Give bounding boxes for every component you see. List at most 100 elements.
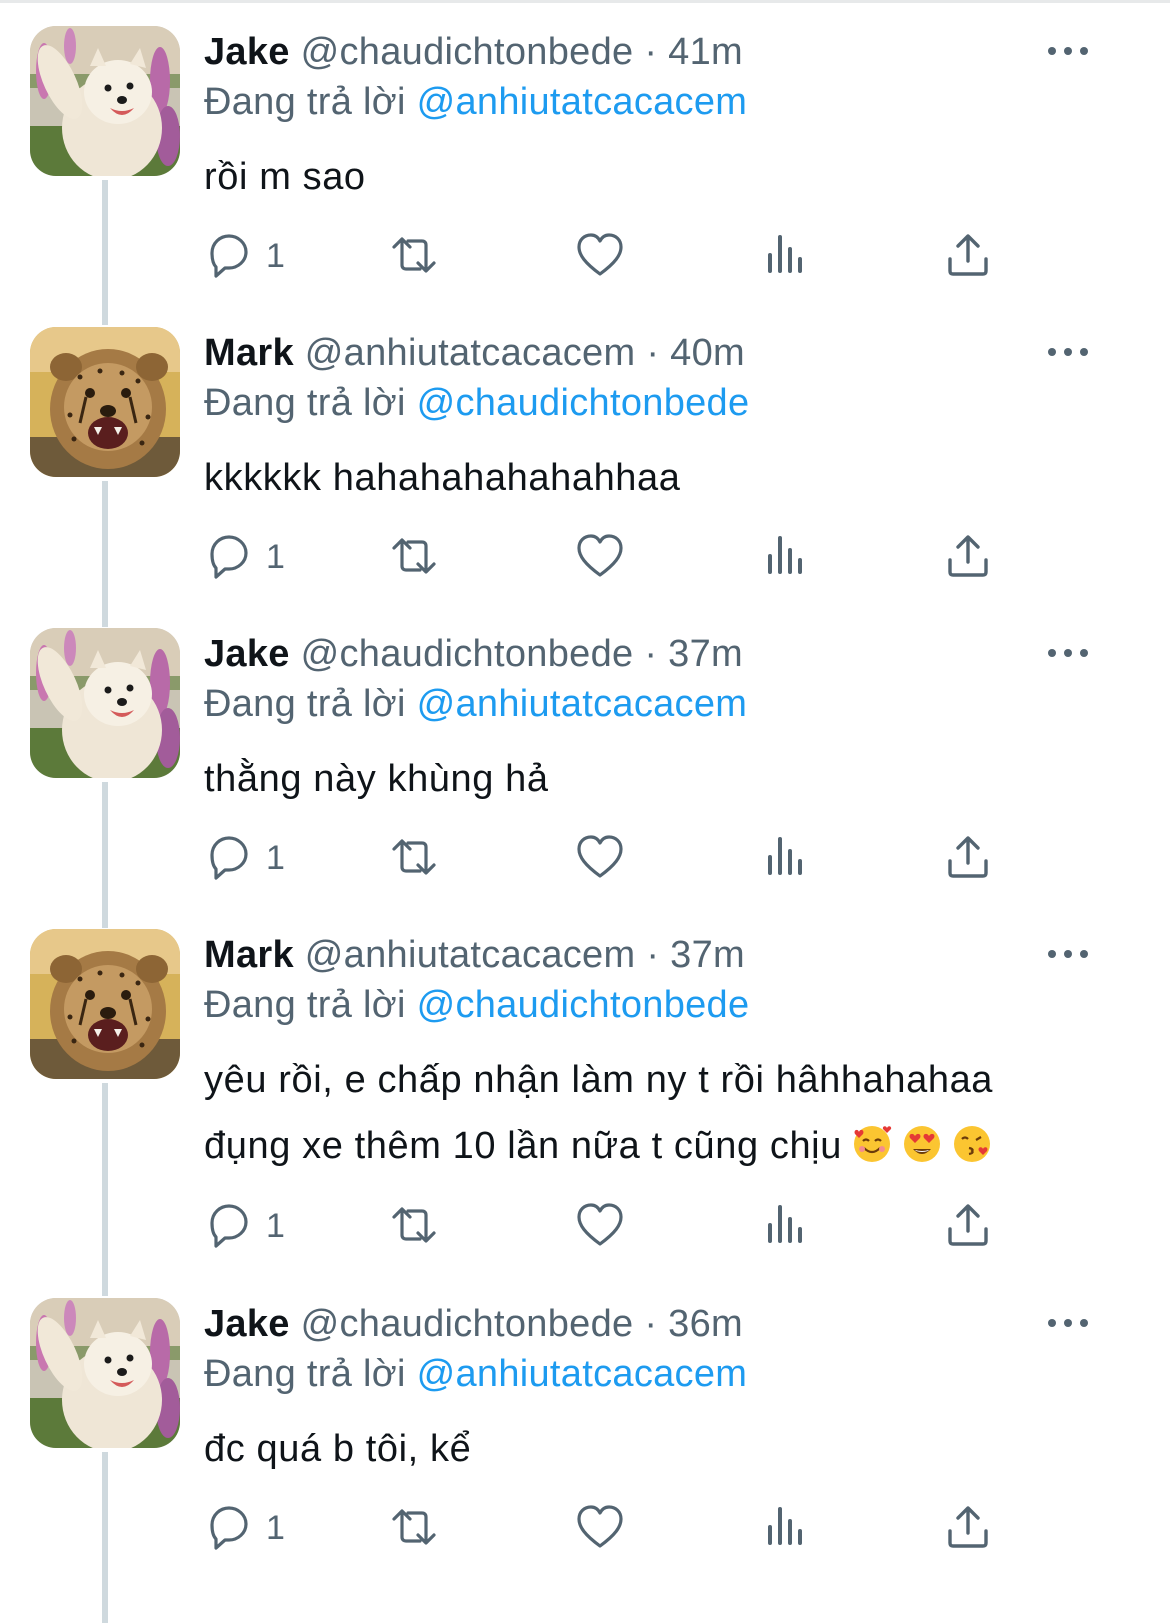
retweet-button[interactable] [386, 828, 442, 888]
tweet-text: yêu rồi, e chấp nhận làm ny t rồi hâhhah… [204, 1047, 993, 1179]
tweet-header: Jake @chaudichtonbede · 37m [204, 630, 743, 678]
like-button[interactable] [575, 828, 625, 888]
display-name[interactable]: Mark [204, 934, 294, 976]
heart-eyes-icon [903, 1126, 940, 1162]
tweet-header: Jake @chaudichtonbede · 41m [204, 28, 743, 76]
replying-prefix: Đang trả lời [204, 1353, 406, 1395]
retweet-button[interactable] [386, 1196, 442, 1256]
more-horizontal-icon[interactable] [1046, 42, 1090, 60]
retweet-icon [392, 839, 436, 875]
display-name[interactable]: Mark [204, 332, 294, 374]
replying-to: Đang trả lời @chaudichtonbede [204, 981, 749, 1029]
share-upload-icon [948, 1506, 988, 1548]
reply-button[interactable]: 1 [204, 226, 285, 286]
timestamp[interactable]: 40m [670, 332, 745, 374]
tweet-header: Jake @chaudichtonbede · 36m [204, 1300, 743, 1348]
avatar[interactable] [30, 327, 180, 477]
tweet-header: Mark @anhiutatcacacem · 40m [204, 329, 745, 377]
retweet-icon [392, 1509, 436, 1545]
share-button[interactable] [946, 1498, 992, 1558]
face-blowing-kiss-icon [953, 1126, 990, 1162]
separator-dot: · [644, 31, 658, 73]
more-horizontal-icon[interactable] [1046, 945, 1090, 963]
avatar[interactable] [30, 628, 180, 778]
mention-link[interactable]: @anhiutatcacacem [417, 683, 748, 725]
cheetah-avatar-image [30, 327, 180, 477]
user-handle[interactable]: @anhiutatcacacem [305, 332, 636, 374]
reply-button[interactable]: 1 [204, 828, 285, 888]
tweet-text-line: thằng này khùng hả [204, 758, 549, 800]
top-divider [0, 0, 1170, 3]
views-button[interactable] [762, 1196, 808, 1256]
replying-to: Đang trả lời @anhiutatcacacem [204, 680, 747, 728]
mention-link[interactable]: @chaudichtonbede [417, 382, 750, 424]
reply-button[interactable]: 1 [204, 1498, 285, 1558]
tweet-actions: 1 [0, 828, 1170, 888]
reply-bubble-icon [210, 234, 248, 278]
reply-button[interactable]: 1 [204, 527, 285, 587]
reply-bubble-icon [210, 1204, 248, 1248]
tweet-header: Mark @anhiutatcacacem · 37m [204, 931, 745, 979]
reply-button[interactable]: 1 [204, 1196, 285, 1256]
share-button[interactable] [946, 226, 992, 286]
tweet-text: thằng này khùng hả [204, 746, 549, 812]
heart-icon [577, 835, 623, 878]
share-button[interactable] [946, 527, 992, 587]
retweet-button[interactable] [386, 527, 442, 587]
like-button[interactable] [575, 226, 625, 286]
heart-icon [577, 1505, 623, 1548]
replying-prefix: Đang trả lời [204, 81, 406, 123]
reply-bubble-icon [210, 1506, 248, 1550]
heart-icon [577, 233, 623, 276]
timestamp[interactable]: 41m [668, 31, 743, 73]
retweet-button[interactable] [386, 1498, 442, 1558]
like-button[interactable] [575, 527, 625, 587]
user-handle[interactable]: @chaudichtonbede [301, 633, 634, 675]
user-handle[interactable]: @chaudichtonbede [301, 1303, 634, 1345]
tweet-text: đc quá b tôi, kể [204, 1416, 471, 1482]
reply-bubble-icon [210, 836, 248, 880]
mention-link[interactable]: @anhiutatcacacem [417, 81, 748, 123]
tweet-text-line: đc quá b tôi, kể [204, 1428, 472, 1470]
reply-bubble-icon [210, 535, 248, 579]
avatar[interactable] [30, 929, 180, 1079]
heart-icon [577, 1203, 623, 1246]
replying-prefix: Đang trả lời [204, 683, 406, 725]
tweet-text-line-content: đụng xe thêm 10 lần nữa t cũng chịu [204, 1125, 842, 1167]
share-button[interactable] [946, 828, 992, 888]
views-button[interactable] [762, 828, 808, 888]
views-button[interactable] [762, 527, 808, 587]
views-button[interactable] [762, 1498, 808, 1558]
replying-prefix: Đang trả lời [204, 382, 406, 424]
views-button[interactable] [762, 226, 808, 286]
more-horizontal-icon[interactable] [1046, 343, 1090, 361]
tweet-actions: 1 [0, 226, 1170, 286]
timestamp[interactable]: 37m [668, 633, 743, 675]
mention-link[interactable]: @anhiutatcacacem [417, 1353, 748, 1395]
reply-count: 1 [266, 1206, 285, 1245]
timestamp[interactable]: 36m [668, 1303, 743, 1345]
display-name[interactable]: Jake [204, 633, 290, 675]
like-button[interactable] [575, 1196, 625, 1256]
user-handle[interactable]: @anhiutatcacacem [305, 934, 636, 976]
share-upload-icon [948, 1204, 988, 1246]
display-name[interactable]: Jake [204, 31, 290, 73]
retweet-button[interactable] [386, 226, 442, 286]
avatar[interactable] [30, 26, 180, 176]
user-handle[interactable]: @chaudichtonbede [301, 31, 634, 73]
separator-dot: · [646, 332, 660, 374]
heart-icon [577, 534, 623, 577]
display-name[interactable]: Jake [204, 1303, 290, 1345]
share-button[interactable] [946, 1196, 992, 1256]
timestamp[interactable]: 37m [670, 934, 745, 976]
avatar[interactable] [30, 1298, 180, 1448]
more-horizontal-icon[interactable] [1046, 644, 1090, 662]
replying-to: Đang trả lời @anhiutatcacacem [204, 78, 747, 126]
cheetah-avatar-image [30, 929, 180, 1079]
dog-avatar-image [30, 628, 180, 778]
like-button[interactable] [575, 1498, 625, 1558]
more-horizontal-icon[interactable] [1046, 1314, 1090, 1332]
tweet-text-line: yêu rồi, e chấp nhận làm ny t rồi hâhhah… [204, 1059, 994, 1101]
mention-link[interactable]: @chaudichtonbede [417, 984, 750, 1026]
retweet-icon [392, 1207, 436, 1243]
